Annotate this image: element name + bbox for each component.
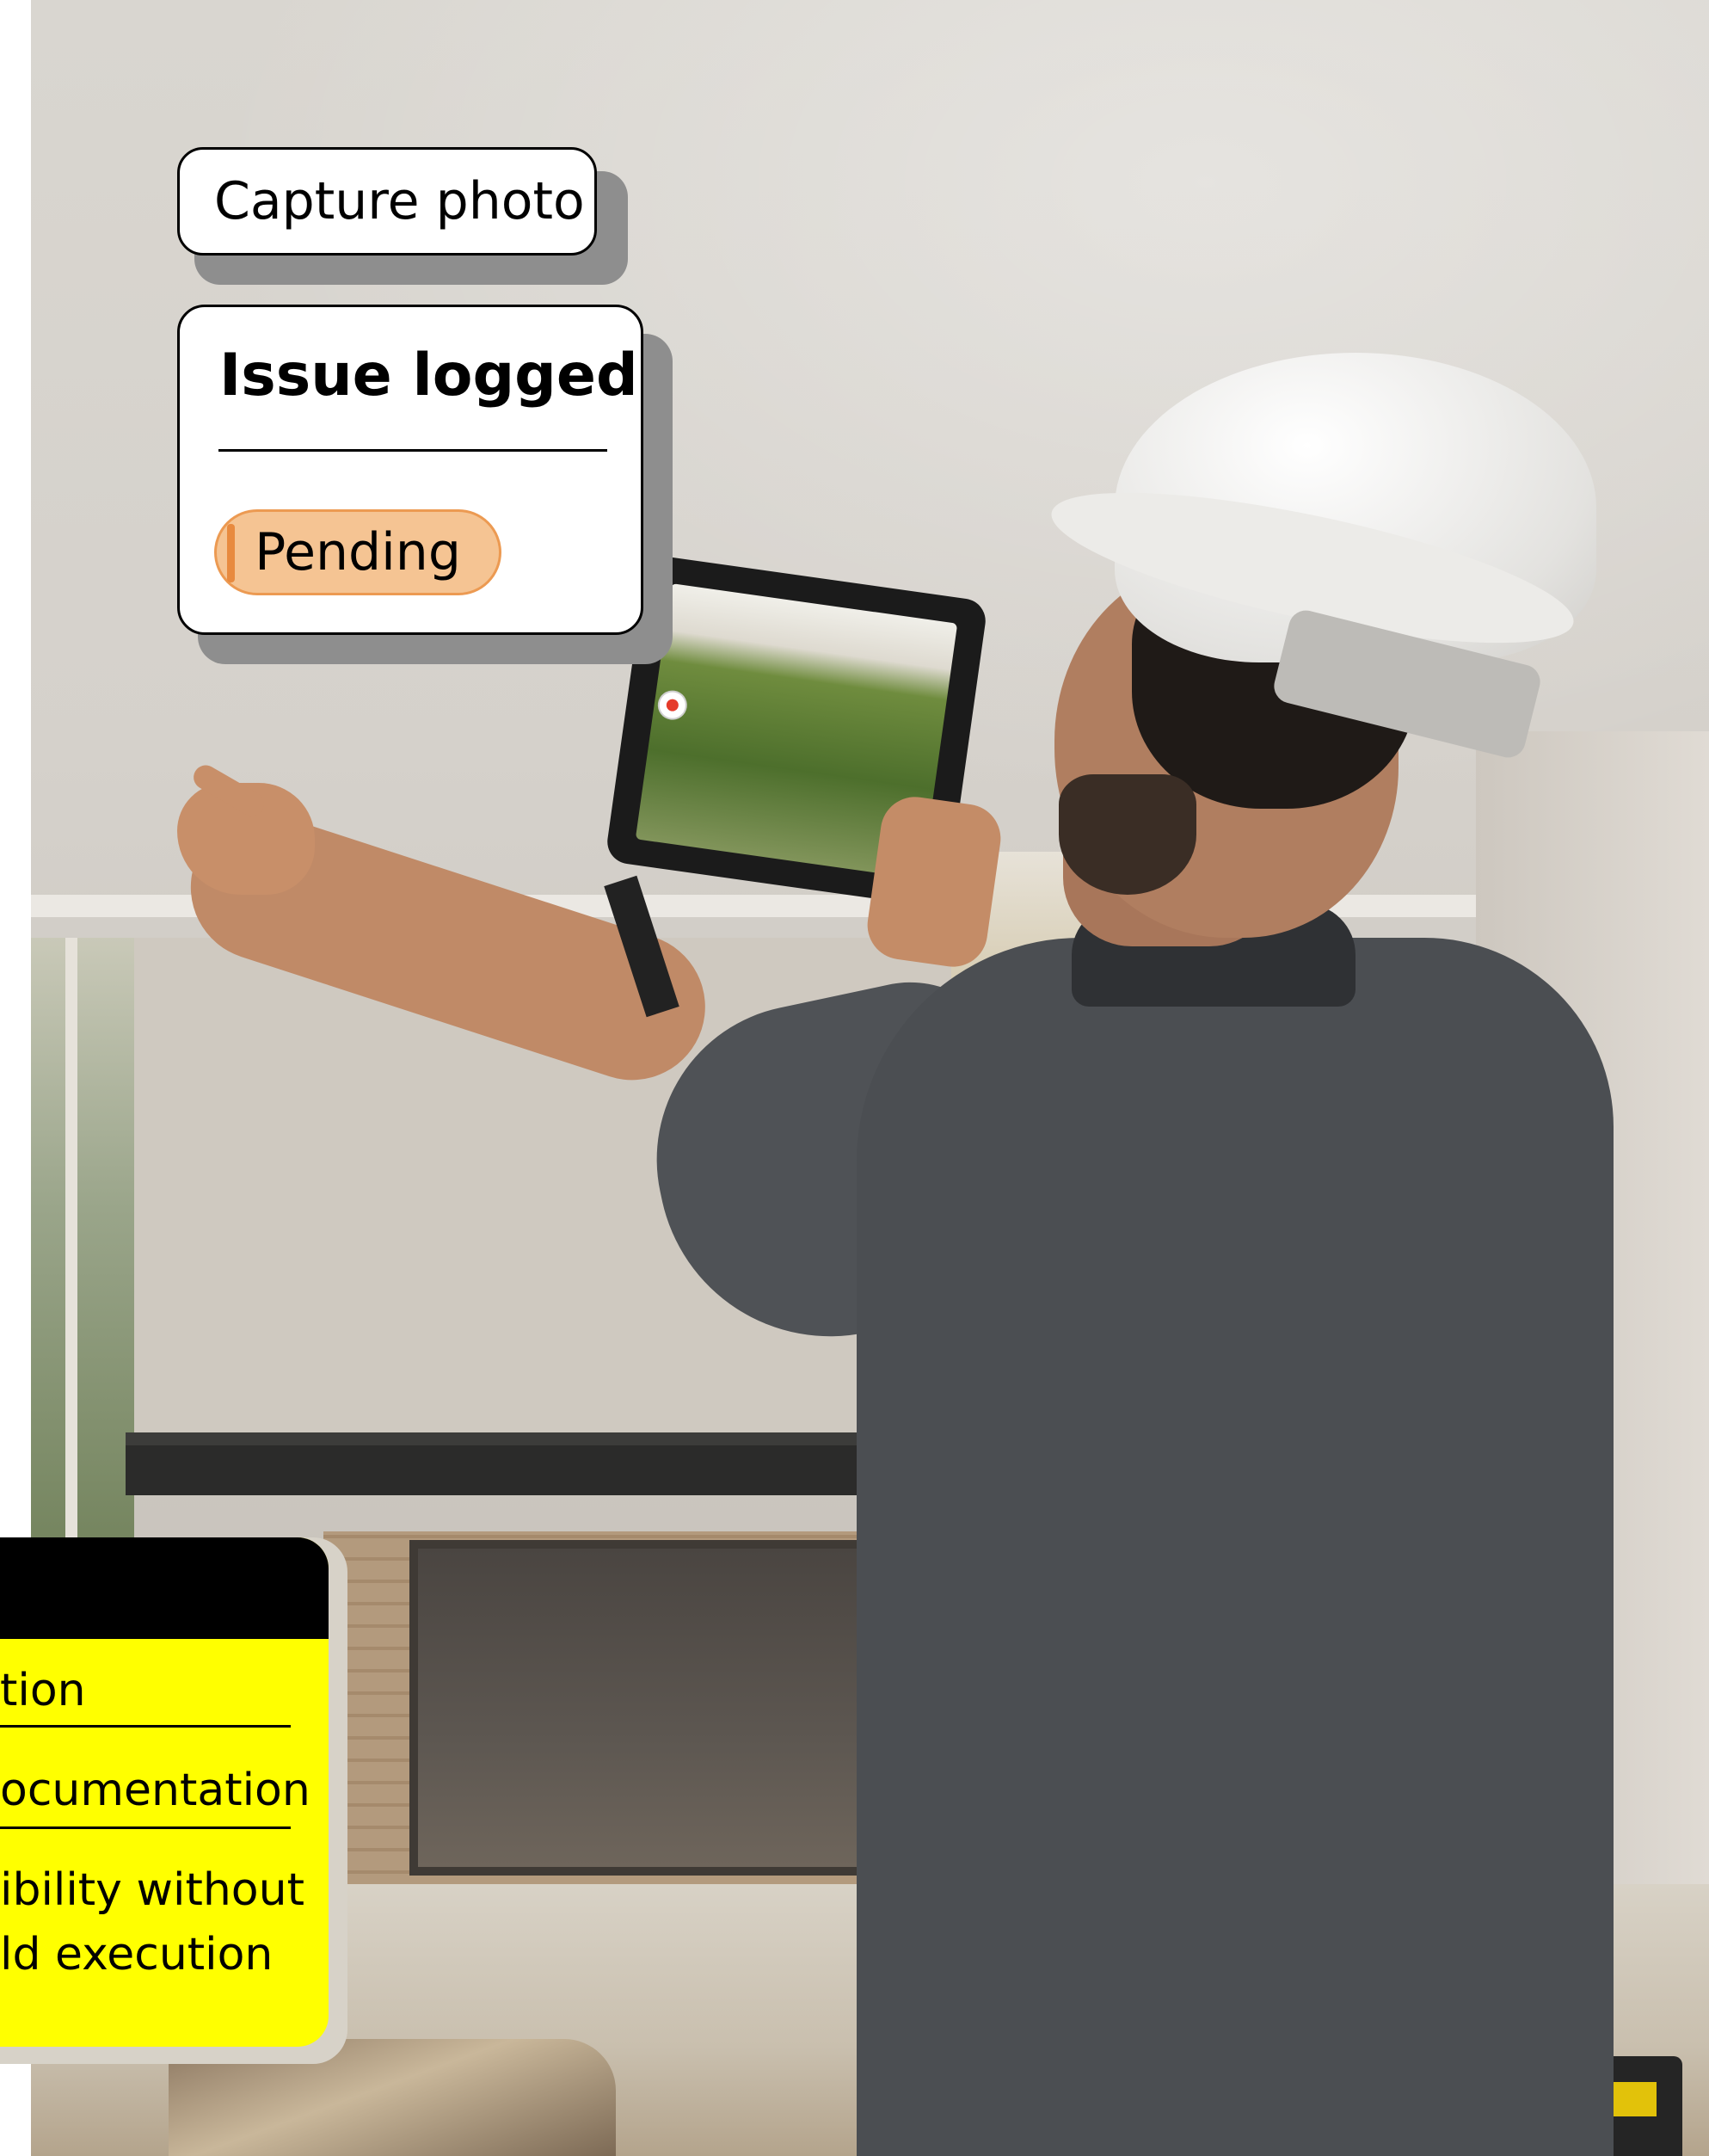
info-card: tion ocumentation ibility without ld exe… — [0, 1537, 329, 2047]
worker-beard — [1059, 774, 1196, 895]
status-label: Pending — [255, 522, 461, 582]
list-divider — [0, 1725, 291, 1728]
left-window — [31, 938, 134, 1540]
info-card-header — [0, 1537, 329, 1639]
worker-holding-hand — [863, 792, 1005, 971]
issue-title: Issue logged — [219, 342, 638, 410]
issue-divider — [218, 449, 607, 452]
capture-photo-button[interactable]: Capture photo — [177, 147, 597, 256]
list-divider — [0, 1826, 291, 1829]
status-marker — [227, 524, 235, 582]
capture-photo-label: Capture photo — [214, 171, 585, 231]
worker-torso — [628, 903, 1622, 2156]
status-badge: Pending — [214, 509, 501, 595]
issue-card: Issue logged Pending — [177, 305, 643, 635]
shirt — [857, 938, 1614, 2156]
